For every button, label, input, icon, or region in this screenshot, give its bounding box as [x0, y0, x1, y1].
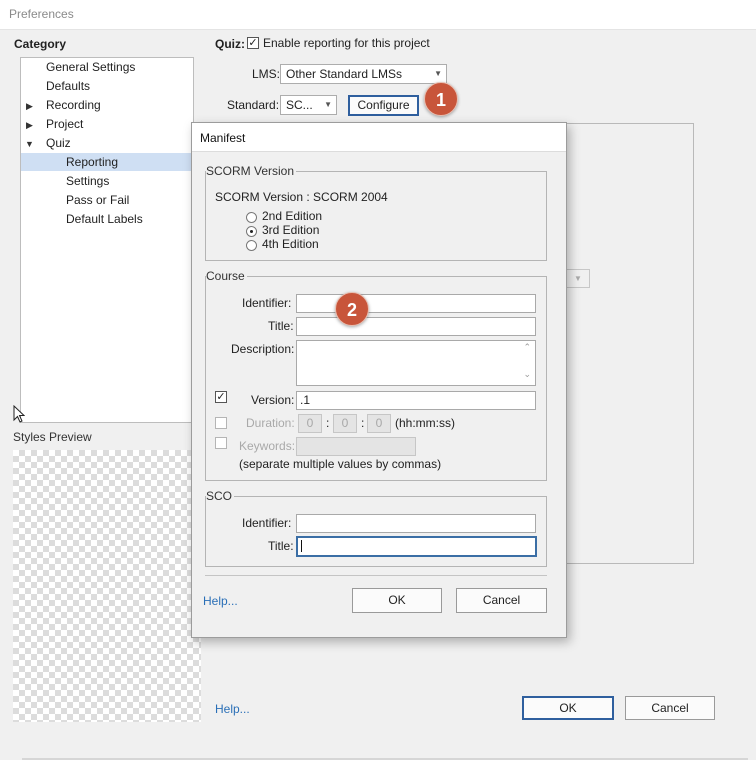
tree-item-pass-or-fail[interactable]: Pass or Fail — [66, 191, 129, 209]
duration-separator: : — [361, 416, 365, 430]
cancel-button[interactable]: Cancel — [625, 696, 715, 720]
scorm-version-text: SCORM Version : SCORM 2004 — [215, 190, 388, 204]
help-link[interactable]: Help... — [215, 702, 250, 716]
course-description-textarea[interactable]: ⌃ ⌄ — [296, 340, 536, 386]
tree-item-settings[interactable]: Settings — [66, 172, 109, 190]
preferences-window: Preferences Category General Settings De… — [0, 0, 756, 766]
tree-item-reporting[interactable]: Reporting — [21, 153, 193, 171]
ok-button[interactable]: OK — [522, 696, 614, 720]
category-heading: Category — [14, 37, 67, 51]
category-tree[interactable]: General Settings Defaults ▶ Recording ▶ … — [20, 57, 194, 423]
sco-legend: SCO — [206, 489, 235, 503]
manifest-cancel-button[interactable]: Cancel — [456, 588, 547, 613]
course-legend: Course — [206, 269, 247, 283]
duration-format-label: (hh:mm:ss) — [395, 416, 455, 430]
chevron-down-icon: ▼ — [324, 100, 332, 109]
tree-item-default-labels[interactable]: Default Labels — [66, 210, 143, 228]
course-group: Course Identifier: Title: Description: ⌃… — [205, 269, 547, 481]
lms-select-value: Other Standard LMSs — [286, 67, 403, 81]
duration-label: Duration: — [246, 416, 295, 430]
text-caret — [301, 539, 302, 552]
scorm-version-group: SCORM Version SCORM Version : SCORM 2004… — [205, 164, 547, 261]
configure-button[interactable]: Configure — [348, 95, 419, 116]
standard-select-value: SC... — [286, 98, 313, 112]
course-title-label: Title: — [268, 319, 294, 333]
duration-separator: : — [326, 416, 330, 430]
manifest-title-bar: Manifest — [192, 123, 566, 152]
manifest-title: Manifest — [200, 131, 246, 145]
styles-preview-label: Styles Preview — [13, 430, 92, 444]
bottom-edge — [0, 760, 756, 766]
reporting-options-panel — [548, 123, 694, 564]
duration-hours-input[interactable]: 0 — [298, 414, 322, 433]
standard-select[interactable]: SC... ▼ — [280, 95, 337, 115]
sco-identifier-label: Identifier: — [242, 516, 292, 530]
keywords-checkbox[interactable] — [215, 437, 227, 449]
manifest-help-link[interactable]: Help... — [203, 594, 238, 608]
enable-reporting-checkbox[interactable]: ✓ — [247, 37, 259, 49]
sco-identifier-input[interactable] — [296, 514, 536, 533]
version-label: Version: — [251, 393, 295, 407]
styles-preview-area — [13, 450, 201, 722]
radio-3rd-edition[interactable] — [246, 226, 257, 237]
tree-item-project[interactable]: Project — [46, 115, 83, 133]
quiz-label: Quiz: — [215, 37, 245, 51]
course-title-input[interactable] — [296, 317, 536, 336]
keywords-hint: (separate multiple values by commas) — [239, 457, 442, 471]
keywords-label: Keywords: — [239, 439, 296, 453]
scroll-up-icon[interactable]: ⌃ — [523, 342, 531, 353]
chevron-down-icon: ▼ — [434, 69, 442, 78]
radio-4th-edition[interactable] — [246, 240, 257, 251]
mouse-cursor-icon — [13, 404, 26, 428]
scorm-version-legend: SCORM Version — [206, 164, 297, 178]
lms-select[interactable]: Other Standard LMSs ▼ — [280, 64, 447, 84]
title-bar: Preferences — [0, 0, 756, 30]
scroll-down-icon[interactable]: ⌄ — [523, 369, 531, 380]
callout-badge-1: 1 — [424, 82, 458, 116]
sco-title-input[interactable] — [296, 536, 537, 557]
expand-arrow-icon[interactable]: ▶ — [26, 120, 33, 131]
course-identifier-label: Identifier: — [242, 296, 292, 310]
radio-3rd-edition-label: 3rd Edition — [262, 223, 320, 237]
version-input[interactable]: .1 — [296, 391, 536, 410]
duration-seconds-input[interactable]: 0 — [367, 414, 391, 433]
tree-item-general-settings[interactable]: General Settings — [46, 58, 135, 76]
standard-label: Standard: — [227, 98, 280, 112]
callout-badge-2: 2 — [335, 292, 369, 326]
expand-arrow-icon[interactable]: ▶ — [26, 101, 33, 112]
manifest-ok-button[interactable]: OK — [352, 588, 442, 613]
tree-item-recording[interactable]: Recording — [46, 96, 101, 114]
divider — [205, 575, 547, 576]
course-description-label: Description: — [231, 342, 295, 356]
sco-group: SCO Identifier: Title: — [205, 489, 547, 567]
radio-2nd-edition[interactable] — [246, 212, 257, 223]
radio-2nd-edition-label: 2nd Edition — [262, 209, 323, 223]
chevron-down-icon: ▼ — [566, 269, 590, 288]
version-checkbox[interactable]: ✓ — [215, 391, 227, 403]
radio-4th-edition-label: 4th Edition — [262, 237, 319, 251]
duration-minutes-input[interactable]: 0 — [333, 414, 357, 433]
duration-checkbox[interactable] — [215, 417, 227, 429]
lms-label: LMS: — [252, 67, 281, 81]
tree-item-quiz[interactable]: Quiz — [46, 134, 71, 152]
keywords-input[interactable] — [296, 437, 416, 456]
course-identifier-input[interactable] — [296, 294, 536, 313]
collapse-arrow-icon[interactable]: ▼ — [25, 139, 34, 149]
tree-item-defaults[interactable]: Defaults — [46, 77, 90, 95]
sco-title-label: Title: — [268, 539, 294, 553]
manifest-dialog: Manifest SCORM Version SCORM Version : S… — [191, 122, 567, 638]
window-title: Preferences — [9, 7, 74, 21]
enable-reporting-label: Enable reporting for this project — [263, 36, 430, 50]
